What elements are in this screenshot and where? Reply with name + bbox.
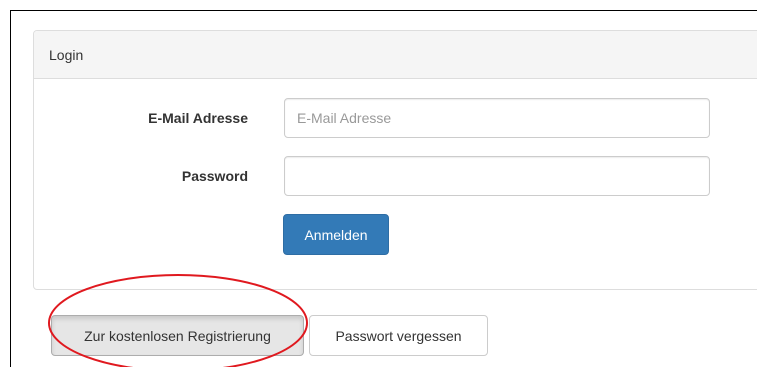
forgot-password-button[interactable]: Passwort vergessen	[309, 315, 488, 356]
screenshot-frame-left	[10, 10, 11, 367]
email-label: E-Mail Adresse	[148, 110, 248, 126]
password-label: Password	[181, 168, 248, 184]
login-button[interactable]: Anmelden	[283, 214, 389, 255]
panel-title: Login	[49, 47, 84, 63]
password-field[interactable]	[284, 156, 710, 196]
register-button[interactable]: Zur kostenlosen Registrierung	[51, 315, 304, 356]
screenshot-frame-top	[10, 10, 757, 11]
email-field[interactable]	[284, 98, 710, 138]
panel-heading: Login	[34, 31, 757, 79]
